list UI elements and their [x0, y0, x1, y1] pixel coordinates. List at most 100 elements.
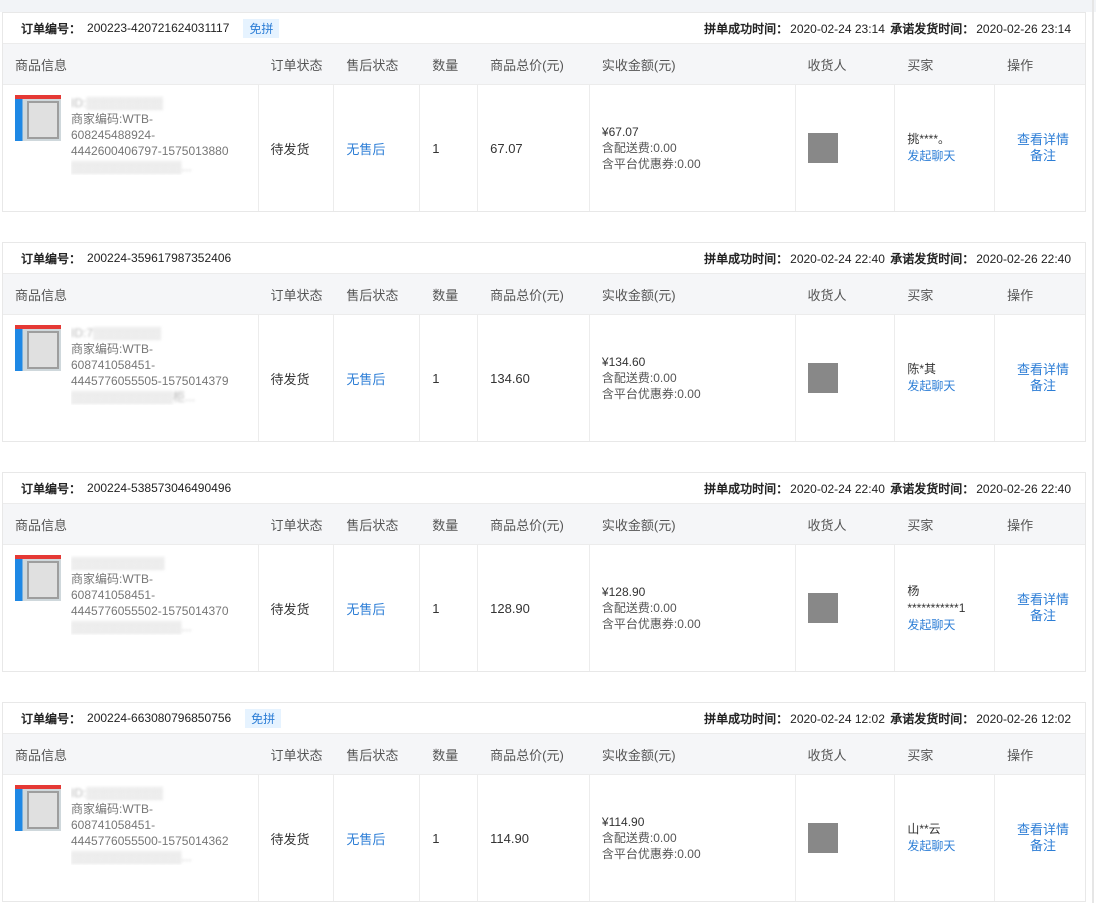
view-detail-link[interactable]: 查看详情: [1007, 362, 1079, 378]
order-header: 订单编号： 200224-359617987352406 拼单成功时间： 2020…: [3, 243, 1085, 273]
col-status: 订单状态: [270, 287, 323, 303]
group-time: 2020-02-24 12:02: [790, 711, 885, 726]
col-buyer: 买家: [907, 747, 934, 763]
product-info: ID:7▒▒▒▒▒▒▒▒ 商家编码:WTB- 608741058451- 444…: [71, 325, 241, 405]
col-qty: 数量: [432, 517, 459, 533]
received-amount: ¥67.07: [601, 125, 639, 139]
quantity: 1: [420, 545, 479, 671]
product-id: ID:▒▒▒▒▒▒▒▒▒: [71, 786, 163, 800]
order-header: 订单编号： 200224-538573046490496 拼单成功时间： 2020…: [3, 473, 1085, 503]
view-detail-link[interactable]: 查看详情: [1007, 132, 1079, 148]
table-header: 商品信息 订单状态 售后状态 数量 商品总价(元) 实收金额(元) 收货人 买家…: [3, 273, 1085, 315]
col-total: 商品总价(元): [490, 517, 564, 533]
merchant-code-line3: 4445776055502-1575014370: [71, 604, 229, 618]
free-group-badge: 免拼: [243, 18, 280, 38]
col-status: 订单状态: [270, 747, 323, 763]
product-thumbnail[interactable]: [15, 95, 61, 141]
remark-link[interactable]: 备注: [1007, 838, 1079, 854]
col-recipient: 收货人: [807, 287, 847, 303]
col-received: 实收金额(元): [601, 517, 676, 533]
group-time: 2020-02-24 23:14: [790, 21, 885, 36]
shipping-fee: 含配送费:0.00: [601, 141, 677, 155]
product-id: ID:▒▒▒▒▒▒▒▒▒: [71, 96, 163, 110]
order-status: 待发货: [259, 85, 335, 211]
group-time: 2020-02-24 22:40: [790, 481, 885, 496]
group-time-label: 拼单成功时间：: [704, 481, 789, 496]
remark-link[interactable]: 备注: [1007, 378, 1079, 394]
top-strip: [0, 0, 1096, 12]
col-qty: 数量: [432, 57, 459, 73]
merchant-code-line3: 4445776055500-1575014362: [71, 834, 229, 848]
product-thumbnail[interactable]: [15, 785, 61, 831]
start-chat-link[interactable]: 发起聊天: [907, 148, 955, 165]
col-total: 商品总价(元): [490, 57, 564, 73]
merchant-code: 商家编码:WTB-: [71, 802, 153, 816]
order-no-label: 订单编号：: [21, 481, 82, 496]
order-status: 待发货: [259, 315, 335, 441]
col-product: 商品信息: [15, 287, 68, 303]
buyer-name: 陈*其: [907, 362, 936, 376]
start-chat-link[interactable]: 发起聊天: [907, 838, 955, 855]
platform-coupon: 含平台优惠券:0.00: [601, 157, 701, 171]
free-group-badge: 免拼: [245, 708, 282, 728]
table-header: 商品信息 订单状态 售后状态 数量 商品总价(元) 实收金额(元) 收货人 买家…: [3, 503, 1085, 545]
buyer-name-line2: ***********1: [907, 600, 966, 615]
order-no: 200224-538573046490496: [87, 481, 232, 495]
buyer-name: 杨: [907, 583, 920, 598]
received-amount: ¥114.90: [601, 815, 645, 829]
action-cell: 查看详情 备注: [995, 545, 1085, 671]
merchant-code-line2: 608741058451-: [71, 818, 156, 832]
total-price: 128.90: [478, 545, 590, 671]
product-thumbnail[interactable]: [15, 555, 61, 601]
group-time-label: 拼单成功时间：: [704, 711, 789, 726]
col-status: 订单状态: [270, 57, 323, 73]
product-cell: ID:▒▒▒▒▒▒▒▒▒ 商家编码:WTB- 608741058451- 444…: [3, 775, 259, 901]
after-sale-status[interactable]: 无售后: [334, 315, 421, 441]
order-header: 订单编号： 200223-420721624031117 免拼 拼单成功时间： 2…: [3, 13, 1085, 43]
start-chat-link[interactable]: 发起聊天: [907, 378, 955, 395]
view-detail-link[interactable]: 查看详情: [1007, 592, 1079, 608]
total-price: 114.90: [478, 775, 590, 901]
col-after-sale: 售后状态: [346, 747, 399, 763]
action-cell: 查看详情 备注: [995, 85, 1085, 211]
received-amount-cell: ¥67.07 含配送费:0.00 含平台优惠券:0.00: [590, 85, 796, 211]
merchant-code: 商家编码:WTB-: [71, 112, 153, 126]
scrollbar-track[interactable]: [1092, 0, 1094, 903]
order-status: 待发货: [259, 775, 335, 901]
order-no: 200224-359617987352406: [87, 251, 232, 265]
merchant-code: 商家编码:WTB-: [71, 342, 153, 356]
view-detail-link[interactable]: 查看详情: [1007, 822, 1079, 838]
col-received: 实收金额(元): [601, 287, 676, 303]
col-after-sale: 售后状态: [346, 517, 399, 533]
product-name-blurred: ▒▒▒▒▒▒▒▒▒▒▒▒▒...: [71, 850, 192, 864]
received-amount-cell: ¥134.60 含配送费:0.00 含平台优惠券:0.00: [590, 315, 796, 441]
col-action: 操作: [1007, 57, 1034, 73]
after-sale-status[interactable]: 无售后: [334, 545, 421, 671]
product-info: ID:▒▒▒▒▒▒▒▒▒ 商家编码:WTB- 608245488924- 444…: [71, 95, 241, 175]
product-thumbnail[interactable]: [15, 325, 61, 371]
buyer-name: 挑****。: [907, 132, 951, 146]
recipient-redacted: [807, 133, 838, 163]
remark-link[interactable]: 备注: [1007, 608, 1079, 624]
product-cell: ID:7▒▒▒▒▒▒▒▒ 商家编码:WTB- 608741058451- 444…: [3, 315, 259, 441]
table-row: ID:▒▒▒▒▒▒▒▒▒ 商家编码:WTB- 608741058451- 444…: [3, 775, 1085, 901]
remark-link[interactable]: 备注: [1007, 148, 1079, 164]
after-sale-status[interactable]: 无售后: [334, 85, 421, 211]
order-no: 200223-420721624031117: [87, 21, 230, 35]
shipping-fee: 含配送费:0.00: [601, 601, 677, 615]
recipient-cell: [796, 315, 896, 441]
total-price: 134.60: [478, 315, 590, 441]
after-sale-status[interactable]: 无售后: [334, 775, 421, 901]
ship-time: 2020-02-26 12:02: [976, 711, 1071, 726]
start-chat-link[interactable]: 发起聊天: [907, 617, 965, 634]
col-buyer: 买家: [907, 287, 934, 303]
table-header: 商品信息 订单状态 售后状态 数量 商品总价(元) 实收金额(元) 收货人 买家…: [3, 733, 1085, 775]
col-product: 商品信息: [15, 57, 68, 73]
ship-time-label: 承诺发货时间：: [890, 711, 975, 726]
buyer-cell: 杨 ***********1 发起聊天: [895, 545, 996, 671]
order-no-label: 订单编号：: [21, 711, 82, 726]
merchant-code-line2: 608741058451-: [71, 588, 156, 602]
group-time: 2020-02-24 22:40: [790, 251, 885, 266]
order-card: 订单编号： 200224-538573046490496 拼单成功时间： 2020…: [2, 472, 1086, 672]
shipping-fee: 含配送费:0.00: [601, 831, 677, 845]
